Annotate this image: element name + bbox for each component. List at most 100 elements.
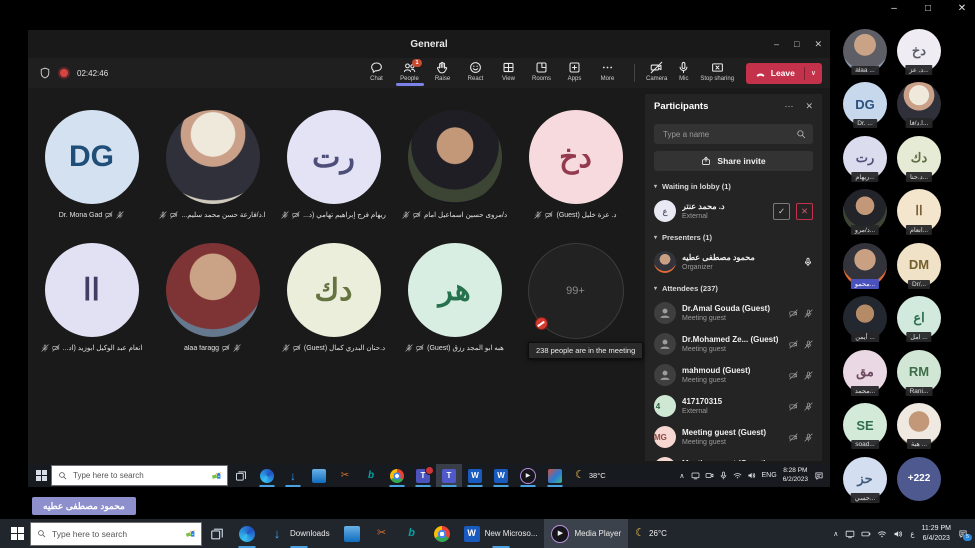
participant-tile[interactable]: alaa faragg bbox=[152, 243, 273, 352]
participant-tile[interactable]: اا انعام عبد الوكيل ابوزيد (اد... bbox=[31, 243, 152, 352]
taskbar-app[interactable]: ↓ Downloads bbox=[262, 519, 337, 548]
clock[interactable]: 8:28 PM 6/2/2023 bbox=[783, 467, 808, 484]
tray-chevron-icon[interactable]: ∧ bbox=[679, 472, 684, 480]
participant-name: د/مروى حسين اسماعيل امام bbox=[424, 211, 507, 219]
participant-search-input[interactable] bbox=[661, 129, 792, 140]
participant-tile[interactable]: دخ د. عزة خليل (Guest) bbox=[515, 110, 636, 219]
toolbar-button[interactable]: View bbox=[492, 61, 525, 82]
strip-participant: RM Rani... bbox=[892, 345, 946, 399]
taskbar-app[interactable]: ▶ bbox=[514, 464, 542, 487]
attendee-row[interactable]: 4 417170315 External bbox=[654, 395, 813, 417]
avatar bbox=[654, 333, 676, 355]
participant-tile[interactable]: دك د.حنان البدري كمال (Guest) bbox=[273, 243, 394, 352]
maximize-icon[interactable]: □ bbox=[794, 39, 799, 49]
minimize-icon[interactable]: – bbox=[774, 39, 779, 49]
language-indicator[interactable]: ع bbox=[910, 530, 914, 538]
admit-button[interactable]: ✓ bbox=[773, 203, 790, 220]
toolbar-button[interactable]: Rooms bbox=[525, 61, 558, 82]
notification-center-icon[interactable] bbox=[814, 471, 824, 481]
tray-icon[interactable] bbox=[861, 529, 871, 539]
taskbar-app[interactable]: W bbox=[462, 464, 488, 487]
maximize-icon[interactable]: □ bbox=[921, 3, 935, 14]
tray-chevron-icon[interactable]: ∧ bbox=[833, 530, 838, 538]
toolbar-button[interactable]: People 1 bbox=[393, 61, 426, 82]
toolbar-button[interactable]: Apps bbox=[558, 61, 591, 82]
toolbar-button[interactable]: Chat bbox=[360, 61, 393, 82]
tray-icon[interactable] bbox=[705, 471, 714, 480]
attendee-row[interactable]: MG Meeting guest (Guest) Meeting guest bbox=[654, 426, 813, 448]
taskbar-app[interactable] bbox=[427, 519, 457, 548]
taskbar-app[interactable]: W New Microso... bbox=[457, 519, 545, 548]
taskbar-app[interactable] bbox=[542, 464, 568, 487]
taskbar-app[interactable] bbox=[306, 464, 332, 487]
participant-tile[interactable]: DG Dr. Mona Gad bbox=[31, 110, 152, 219]
tray-icon[interactable] bbox=[691, 471, 700, 480]
taskbar-app[interactable] bbox=[384, 464, 410, 487]
taskbar-app[interactable] bbox=[254, 464, 280, 487]
avatar: MG bbox=[654, 426, 676, 448]
device-toggle-button[interactable]: Mic bbox=[672, 61, 695, 82]
start-button[interactable] bbox=[4, 519, 30, 548]
taskbar-app[interactable]: W bbox=[488, 464, 514, 487]
taskbar-app[interactable] bbox=[228, 464, 254, 487]
taskbar-app[interactable] bbox=[337, 519, 367, 548]
tray-icon[interactable] bbox=[877, 529, 887, 539]
tray-icon[interactable] bbox=[845, 529, 855, 539]
tray-icon[interactable] bbox=[719, 471, 728, 480]
leave-button[interactable]: Leave ∨ bbox=[746, 63, 822, 84]
device-icon bbox=[711, 61, 724, 74]
deny-button[interactable]: ✕ bbox=[796, 203, 813, 220]
participant-tile[interactable]: رت ريهام فرج إبراهيم تهامي (د... bbox=[273, 110, 394, 219]
leave-dropdown-chevron-icon[interactable]: ∨ bbox=[805, 69, 822, 77]
mic-on-icon[interactable] bbox=[803, 257, 813, 267]
clock[interactable]: 11:29 PM 6/4/2023 bbox=[922, 524, 951, 542]
language-indicator[interactable]: ENG bbox=[762, 472, 777, 479]
attendee-row[interactable]: MG Meeting guest (Guest) Meeting guest bbox=[654, 457, 813, 461]
attendee-row[interactable]: mahmoud (Guest) Meeting guest bbox=[654, 364, 813, 386]
taskbar-app[interactable]: T bbox=[410, 464, 436, 487]
participant-tile[interactable]: 99+ bbox=[515, 243, 636, 352]
more-options-icon[interactable]: ⋯ bbox=[784, 101, 793, 112]
strip-participant-name: ريهام... bbox=[851, 172, 878, 182]
toolbar-button[interactable]: Raise bbox=[426, 61, 459, 82]
attendee-row[interactable]: Dr.Amal Gouda (Guest) Meeting guest bbox=[654, 302, 813, 324]
close-icon[interactable]: ✕ bbox=[814, 39, 822, 50]
device-toggle-button[interactable]: Stop sharing bbox=[695, 61, 739, 82]
taskbar-app[interactable]: ↓ bbox=[280, 464, 306, 487]
minimize-icon[interactable]: – bbox=[887, 3, 901, 14]
taskbar-app[interactable]: ✂ bbox=[332, 464, 358, 487]
taskbar-app[interactable]: T bbox=[436, 464, 462, 487]
taskbar-app[interactable] bbox=[202, 519, 232, 548]
tray-icon[interactable] bbox=[893, 529, 903, 539]
device-toggle-button[interactable]: Camera bbox=[641, 61, 672, 82]
toolbar-button[interactable]: React bbox=[459, 61, 492, 82]
tray-icon[interactable] bbox=[733, 471, 742, 480]
participant-tile[interactable]: د/مروى حسين اسماعيل امام bbox=[394, 110, 515, 219]
tray-icon[interactable] bbox=[747, 471, 756, 480]
close-icon[interactable]: ✕ bbox=[955, 3, 969, 14]
participant-tile[interactable]: هر هبه ابو المجد رزق (Guest) bbox=[394, 243, 515, 352]
presenters-section-header[interactable]: ▾ Presenters (1) bbox=[654, 233, 813, 242]
attendees-section-header[interactable]: ▾ Attendees (237) bbox=[654, 284, 813, 293]
close-panel-icon[interactable]: ✕ bbox=[805, 101, 813, 112]
attendee-row[interactable]: Dr.Mohamed Ze... (Guest) Meeting guest bbox=[654, 333, 813, 355]
strip-participant: SE soad... bbox=[838, 399, 892, 453]
toolbar-button[interactable]: More bbox=[591, 61, 624, 82]
taskbar-search-input[interactable] bbox=[50, 528, 182, 540]
taskbar-app[interactable] bbox=[232, 519, 262, 548]
lobby-section-header[interactable]: ▾ Waiting in lobby (1) bbox=[654, 182, 813, 191]
notification-center-icon[interactable]: 5 bbox=[958, 529, 968, 539]
taskbar-app[interactable]: ✂ bbox=[367, 519, 397, 548]
participant-tile[interactable]: ا.د/فارعة حسن محمد سليم... bbox=[152, 110, 273, 219]
weather-widget[interactable]: ☾ 38°C bbox=[575, 470, 606, 481]
taskbar-app[interactable]: b bbox=[358, 464, 384, 487]
chevron-down-icon: ▾ bbox=[654, 234, 657, 241]
taskbar-search-input[interactable] bbox=[71, 470, 208, 481]
participant-avatar bbox=[166, 110, 260, 204]
start-button[interactable] bbox=[31, 464, 51, 487]
taskbar-app[interactable]: ▶ Media Player bbox=[544, 519, 628, 548]
taskbar-app[interactable]: b bbox=[397, 519, 427, 548]
weather-widget[interactable]: ☾ 26°C bbox=[635, 528, 667, 539]
attendee-name: Meeting guest (Guest) bbox=[682, 428, 783, 437]
share-invite-button[interactable]: Share invite bbox=[654, 151, 813, 171]
